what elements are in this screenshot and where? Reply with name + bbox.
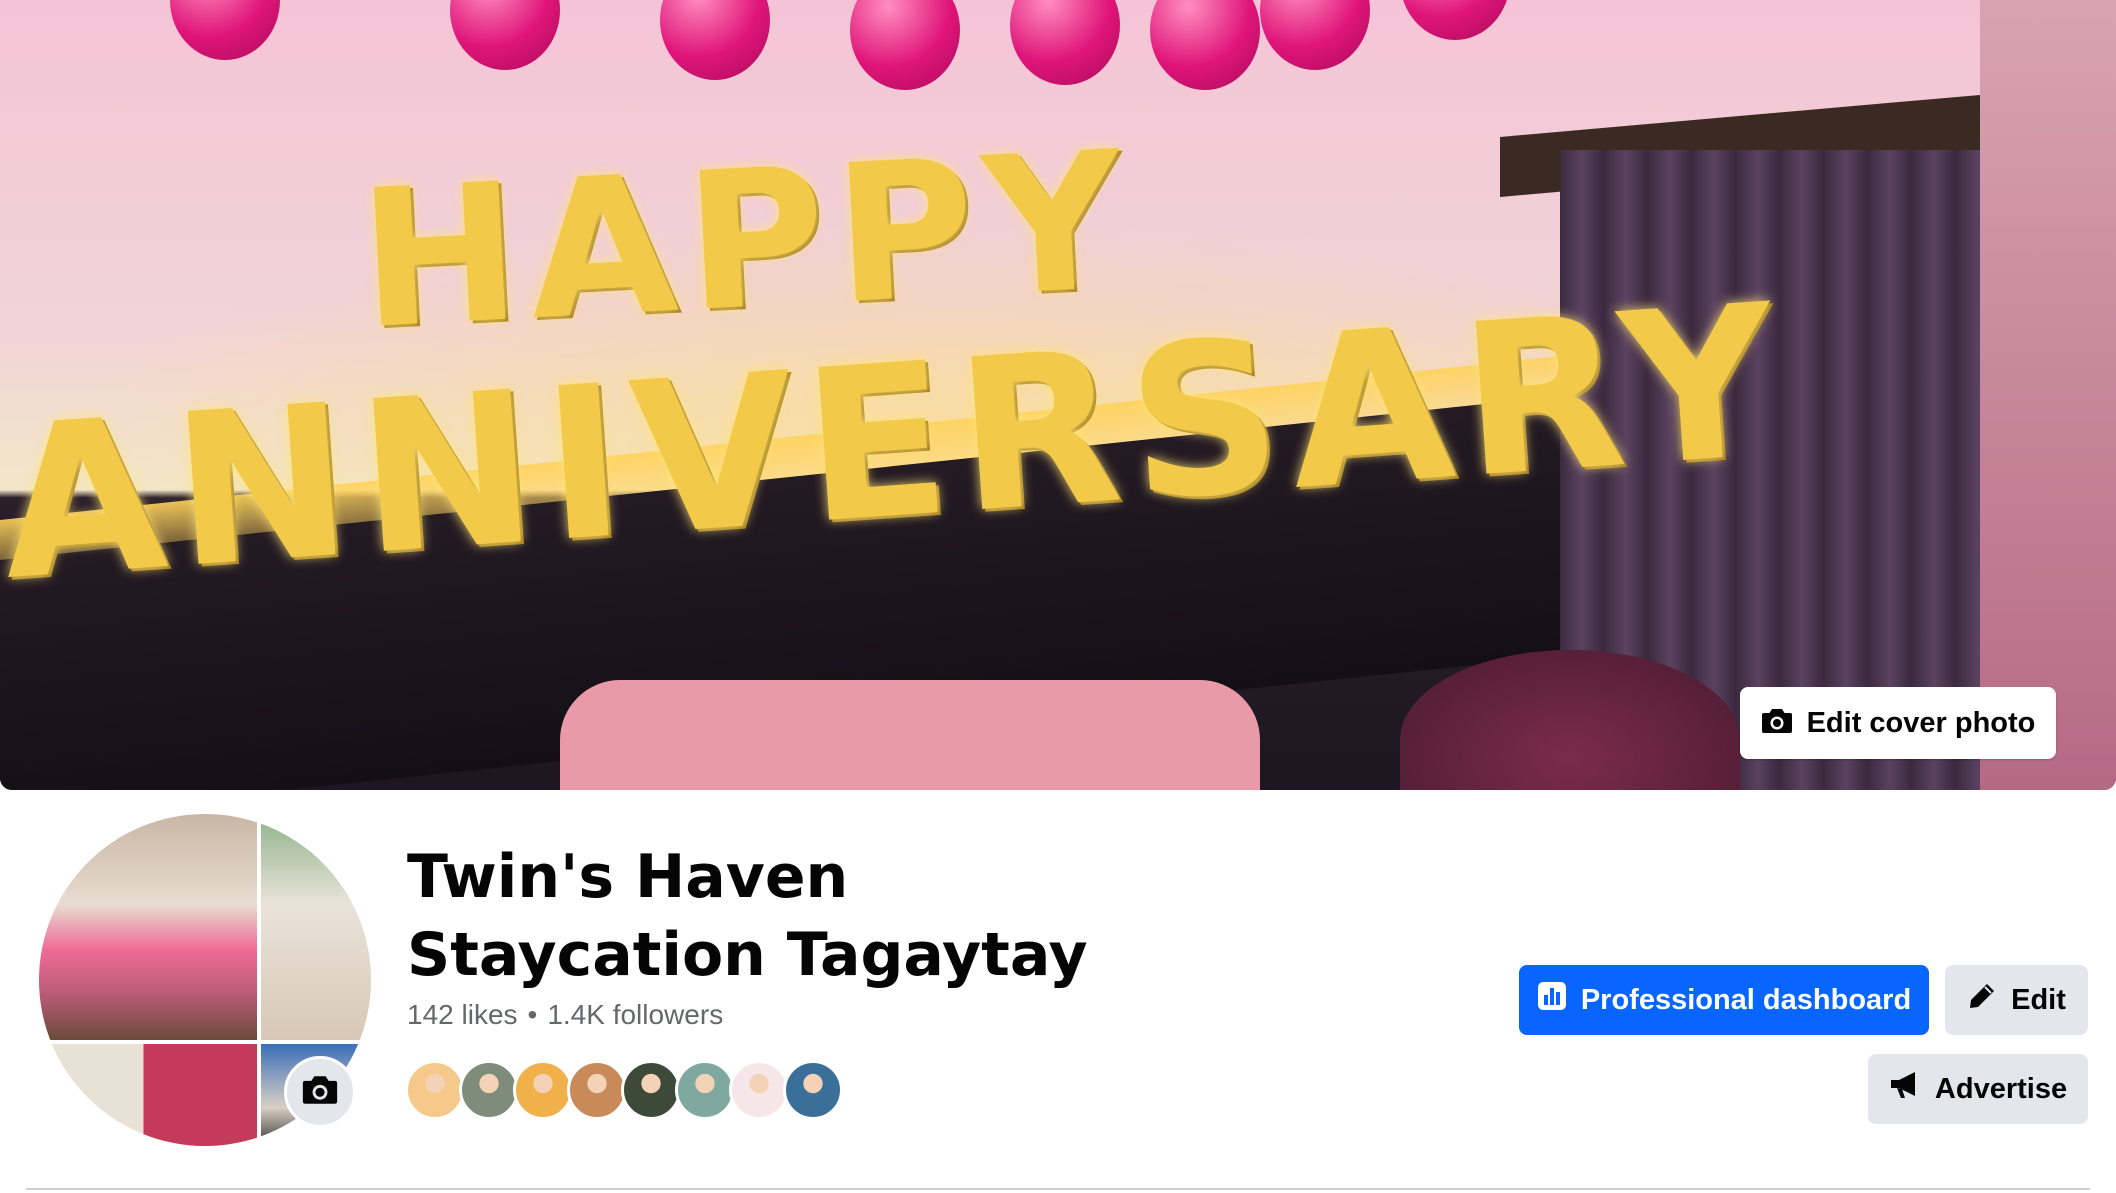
right-wall	[1980, 0, 2116, 790]
edit-button[interactable]: Edit	[1945, 965, 2088, 1035]
edit-label: Edit	[2011, 983, 2066, 1016]
edit-cover-photo-button[interactable]: Edit cover photo	[1740, 687, 2056, 759]
professional-dashboard-button[interactable]: Professional dashboard	[1519, 965, 1929, 1035]
balloon	[660, 0, 770, 80]
follower-avatar[interactable]	[459, 1060, 519, 1120]
likes-count[interactable]: 142 likes	[407, 999, 518, 1031]
professional-dashboard-label: Professional dashboard	[1580, 983, 1912, 1016]
balloon	[450, 0, 560, 70]
follower-avatar[interactable]	[405, 1060, 465, 1120]
follower-avatar[interactable]	[621, 1060, 681, 1120]
balloon	[1010, 0, 1120, 85]
update-profile-picture-button[interactable]	[284, 1056, 356, 1128]
balloon	[850, 0, 960, 90]
cover-photo[interactable]: HAPPY ANNIVERSARY	[0, 0, 2116, 790]
edit-cover-photo-label: Edit cover photo	[1806, 706, 2036, 739]
follower-avatar[interactable]	[513, 1060, 573, 1120]
follower-avatar[interactable]	[567, 1060, 627, 1120]
page-stats: 142 likes • 1.4K followers	[407, 999, 723, 1031]
balloon	[1260, 0, 1370, 70]
follower-avatars	[405, 1060, 843, 1120]
stats-separator: •	[527, 999, 538, 1030]
collage-photo-kitchen	[261, 814, 371, 1040]
balloon	[170, 0, 280, 60]
header-divider	[26, 1188, 2090, 1190]
page-title: Twin's Haven Staycation Tagaytay	[407, 842, 1088, 990]
advertise-label: Advertise	[1934, 1072, 2068, 1105]
collage-photo-bedroom	[39, 814, 257, 1040]
balloon	[1400, 0, 1510, 40]
bed	[560, 680, 1260, 790]
collage-photo-decor	[39, 1044, 257, 1146]
follower-avatar[interactable]	[783, 1060, 843, 1120]
advertise-button[interactable]: Advertise	[1868, 1054, 2088, 1124]
camera-icon	[301, 1074, 339, 1111]
camera-icon	[1761, 707, 1793, 740]
followers-count[interactable]: 1.4K followers	[547, 999, 723, 1031]
follower-avatar[interactable]	[729, 1060, 789, 1120]
follower-avatar[interactable]	[675, 1060, 735, 1120]
bar-chart-icon	[1537, 981, 1567, 1019]
pencil-icon	[1967, 981, 1997, 1019]
balloon	[1150, 0, 1260, 90]
megaphone-icon	[1889, 1070, 1921, 1108]
